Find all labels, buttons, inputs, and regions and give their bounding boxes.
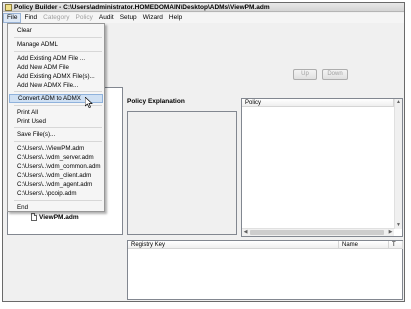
document-icon — [31, 213, 37, 221]
menu-setup[interactable]: Setup — [117, 13, 140, 23]
menu-find[interactable]: Find — [21, 13, 40, 23]
scroll-up-icon[interactable]: ▲ — [395, 99, 402, 106]
name-header[interactable]: Name — [339, 241, 389, 249]
menu-separator — [14, 200, 102, 201]
menu-item-add-new-adm[interactable]: Add New ADM File — [9, 63, 103, 72]
menu-wizard[interactable]: Wizard — [140, 13, 166, 23]
app-icon — [5, 3, 12, 11]
menu-policy[interactable]: Policy — [73, 13, 96, 23]
menu-file[interactable]: File — [3, 13, 22, 23]
policy-builder-window: Policy Builder - C:\Users\administrator.… — [2, 2, 405, 302]
menu-audit[interactable]: Audit — [96, 13, 117, 23]
menu-item-end[interactable]: End — [9, 203, 103, 212]
policy-column-header[interactable]: Policy — [242, 99, 394, 107]
up-button[interactable]: Up — [293, 69, 317, 80]
policy-explanation-box — [127, 111, 237, 235]
policy-list[interactable]: Policy ▲ ▼ ◀ ▶ — [241, 98, 403, 237]
type-header[interactable]: T — [389, 241, 403, 249]
menu-category[interactable]: Category — [40, 13, 72, 23]
menu-separator — [14, 127, 102, 128]
recent-file-viewpm[interactable]: C:\Users\..\ViewPM.adm — [9, 144, 103, 153]
tree-item-viewpm[interactable]: ViewPM.adm — [31, 213, 79, 221]
menu-separator — [14, 91, 102, 92]
registry-table[interactable]: Registry Key Name T — [127, 240, 403, 300]
policy-list-hscroll[interactable]: ◀ ▶ — [242, 228, 394, 236]
down-button[interactable]: Down — [322, 69, 348, 80]
menu-bar: File Find Category Policy Audit Setup Wi… — [3, 13, 404, 23]
recent-file-vdm-agent[interactable]: C:\Users\..\vdm_agent.adm — [9, 180, 103, 189]
menu-item-print-used[interactable]: Print Used — [9, 117, 103, 126]
registry-key-header[interactable]: Registry Key — [128, 241, 339, 249]
menu-separator — [14, 141, 102, 142]
scroll-left-icon[interactable]: ◀ — [242, 229, 249, 236]
recent-file-vdm-common[interactable]: C:\Users\..\vdm_common.adm — [9, 162, 103, 171]
tree-item-label: ViewPM.adm — [39, 213, 79, 221]
menu-separator — [14, 51, 102, 52]
recent-file-pcoip[interactable]: C:\Users\..\pcoip.adm — [9, 189, 103, 198]
scroll-down-icon[interactable]: ▼ — [395, 222, 402, 229]
menu-item-manage-adml[interactable]: Manage ADML — [9, 40, 103, 49]
file-menu-dropdown: Clear Manage ADML Add Existing ADM File … — [7, 23, 105, 212]
menu-separator — [14, 37, 102, 38]
policy-list-vscroll[interactable]: ▲ ▼ — [394, 99, 402, 229]
recent-file-vdm-client[interactable]: C:\Users\..\vdm_client.adm — [9, 171, 103, 180]
policy-explanation-label: Policy Explanation — [127, 98, 185, 105]
recent-file-vdm-server[interactable]: C:\Users\..\vdm_server.adm — [9, 153, 103, 162]
menu-help[interactable]: Help — [166, 13, 185, 23]
scroll-thumb[interactable] — [250, 230, 384, 235]
scroll-right-icon[interactable]: ▶ — [387, 229, 394, 236]
menu-item-add-new-admx[interactable]: Add New ADMX File... — [9, 81, 103, 90]
mouse-cursor-icon — [85, 97, 93, 108]
menu-item-print-all[interactable]: Print All — [9, 108, 103, 117]
menu-item-add-existing-admx[interactable]: Add Existing ADMX File(s)... — [9, 72, 103, 81]
title-bar[interactable]: Policy Builder - C:\Users\administrator.… — [3, 3, 404, 12]
menu-item-add-existing-adm[interactable]: Add Existing ADM File ... — [9, 54, 103, 63]
window-title: Policy Builder - C:\Users\administrator.… — [14, 3, 270, 11]
menu-item-clear[interactable]: Clear — [9, 26, 103, 35]
menu-item-save-files[interactable]: Save File(s)... — [9, 130, 103, 139]
